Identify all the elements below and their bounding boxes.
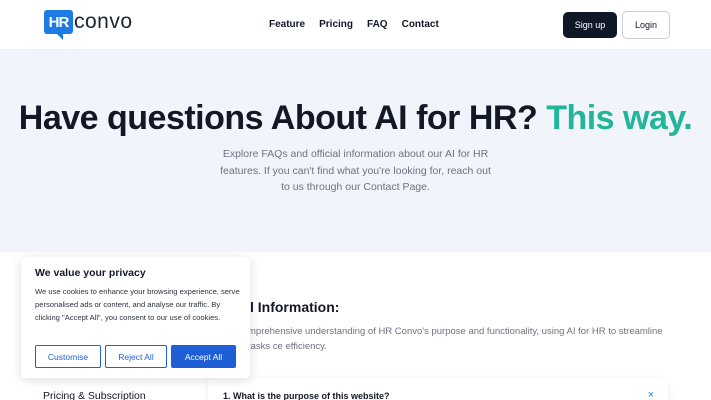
cookie-consent-banner: We value your privacy We use cookies to … (21, 257, 250, 378)
nav-item-feature[interactable]: Feature (269, 19, 305, 30)
nav-item-faq[interactable]: FAQ (367, 19, 388, 30)
login-button[interactable]: Login (622, 11, 670, 39)
hero-section: Have questions About AI for HR? This way… (0, 50, 711, 252)
cookie-text: We use cookies to enhance your browsing … (35, 287, 240, 322)
hero-title-main: Have questions About AI for HR? (18, 99, 538, 137)
hero-subtitle: Explore FAQs and official information ab… (220, 148, 491, 193)
section-description: mprehensive understanding of HR Convo's … (248, 326, 663, 352)
logo-mark-icon: HR (44, 10, 73, 40)
faq-item[interactable]: 1. What is the purpose of this website? … (208, 378, 668, 400)
logo-wordmark: convo (74, 10, 133, 33)
cookie-title: We value your privacy (35, 267, 146, 279)
main-nav: Feature Pricing FAQ Contact (269, 19, 439, 30)
close-icon[interactable]: × (648, 389, 654, 400)
nav-item-pricing[interactable]: Pricing (319, 19, 353, 30)
hero-title: Have questions About AI for HR? This way… (0, 99, 711, 138)
accept-all-button[interactable]: Accept All (171, 345, 236, 368)
nav-item-contact[interactable]: Contact (402, 19, 439, 30)
signup-button[interactable]: Sign up (563, 12, 617, 38)
site-header: HR convo Feature Pricing FAQ Contact Sig… (0, 0, 711, 50)
reject-all-button[interactable]: Reject All (105, 345, 167, 368)
customise-button[interactable]: Customise (35, 345, 101, 368)
logo[interactable]: HR convo (44, 10, 133, 40)
section-title: l Information: (250, 299, 340, 315)
faq-question: 1. What is the purpose of this website? (223, 391, 390, 400)
sidebar-item-pricing-subscription[interactable]: Pricing & Subscription (43, 390, 146, 400)
hero-title-accent: This way. (546, 99, 693, 137)
